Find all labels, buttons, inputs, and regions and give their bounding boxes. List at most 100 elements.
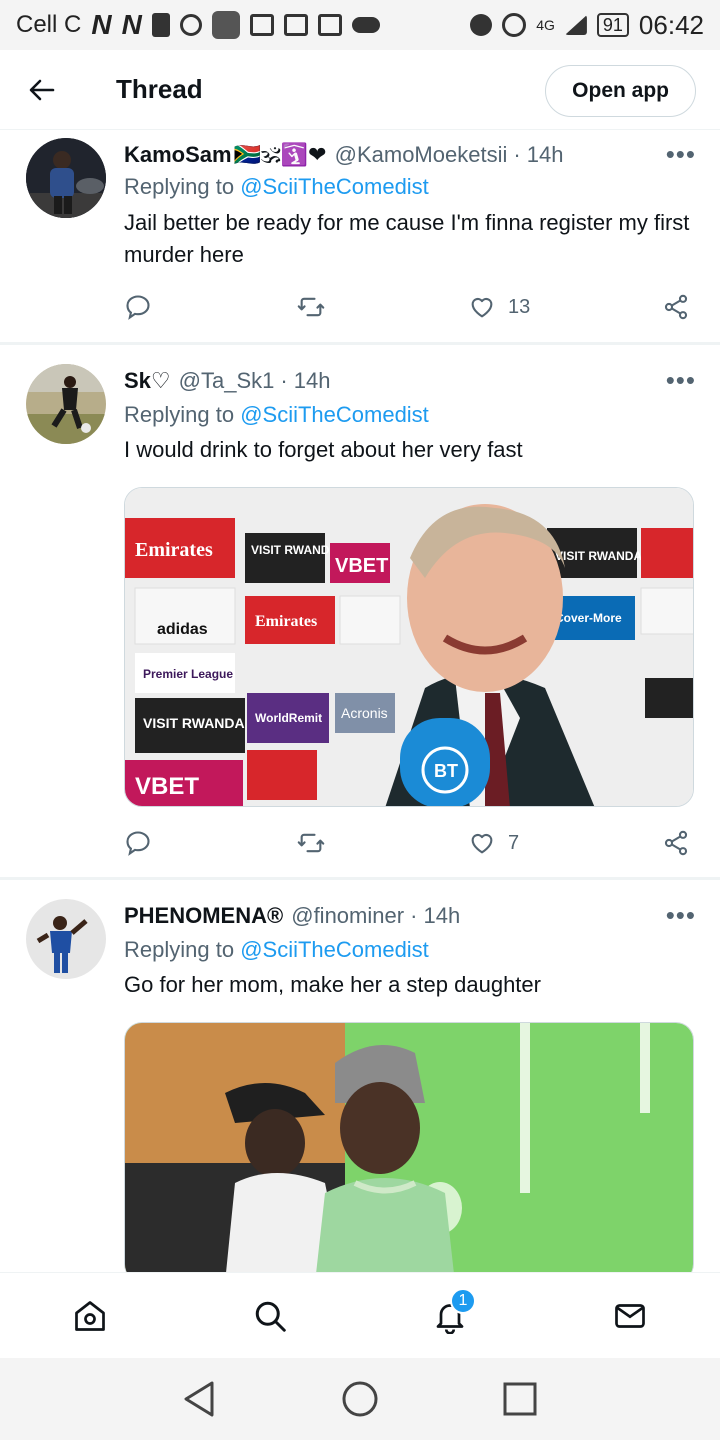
mention-link[interactable]: @SciiTheComedist — [240, 402, 429, 427]
sim-icon — [151, 13, 170, 37]
mention-link[interactable]: @SciiTheComedist — [240, 937, 429, 962]
reply-icon — [126, 831, 150, 856]
bottom-navigation: 1 — [0, 1272, 720, 1358]
reply-button[interactable] — [124, 829, 296, 857]
user-handle[interactable]: @finominer — [291, 903, 404, 929]
interview-photo: Emirates VISIT RWANDA VBET adidas Emirat… — [125, 488, 693, 806]
tweet-actions: 13 — [124, 287, 690, 327]
tweet-time[interactable]: · 14h — [410, 903, 460, 929]
back-button[interactable] — [0, 50, 84, 130]
board-text-visit-3: VISIT RWANDA — [555, 549, 642, 563]
signal-bars-icon — [564, 15, 587, 35]
board-text-emirates-2: Emirates — [255, 613, 317, 630]
tweet[interactable]: PHENOMENA® @finominer · 14h ••• Replying… — [0, 880, 720, 1282]
recents-square-icon — [503, 1382, 537, 1416]
tweet-time[interactable]: · 14h — [513, 142, 563, 168]
reply-button[interactable] — [124, 293, 296, 321]
avatar[interactable] — [26, 899, 106, 979]
board-text-visit-2: VISIT RWANDA — [143, 715, 245, 731]
back-arrow-icon — [29, 79, 55, 100]
board-text-vbet-2: VBET — [135, 773, 199, 800]
like-button[interactable]: 7 — [468, 829, 658, 857]
display-name[interactable]: PHENOMENA® — [124, 903, 283, 929]
tweet-header: KamoSam 🇿🇦🕉🛐❤ @KamoMoeketsii · 14h ••• — [124, 139, 696, 170]
tweet-time[interactable]: · 14h — [280, 368, 330, 394]
board-text-acronis: Acronis — [341, 705, 388, 721]
battery-indicator: 91 — [596, 13, 629, 37]
replying-to: Replying to @SciiTheComedist — [124, 402, 429, 428]
nav-messages[interactable] — [590, 1276, 670, 1356]
page-title: Thread — [116, 74, 203, 104]
replying-to: Replying to @SciiTheComedist — [124, 937, 429, 963]
network-n-icon-2: N — [121, 9, 142, 40]
open-app-button[interactable]: Open app — [545, 65, 696, 117]
more-icon: ••• — [665, 365, 696, 395]
replying-label: Replying to — [124, 402, 241, 427]
board-text-pl: Premier League — [143, 667, 233, 681]
tweet-text: Go for her mom, make her a step daughter — [124, 972, 541, 997]
heart-icon — [471, 297, 493, 318]
mention-link[interactable]: @SciiTheComedist — [240, 174, 429, 199]
network-n-icon: N — [91, 9, 112, 40]
mic-text-bt: BT — [434, 761, 458, 781]
retweet-button[interactable] — [296, 829, 468, 857]
dnd-icon — [470, 14, 493, 36]
avatar[interactable] — [26, 364, 106, 444]
retweet-button[interactable] — [296, 293, 468, 321]
activity-icon — [283, 14, 308, 36]
share-button[interactable] — [662, 829, 690, 857]
avatar[interactable] — [26, 138, 106, 218]
retweet-icon — [297, 833, 325, 853]
hotspot-icon — [179, 14, 202, 36]
board-text-vbet: VBET — [335, 555, 388, 577]
home-icon — [75, 1300, 105, 1331]
status-bar: Cell C N N 4G 91 06:42 — [0, 0, 720, 50]
nav-home[interactable] — [50, 1276, 130, 1356]
system-home-button[interactable] — [330, 1369, 390, 1429]
like-count: 13 — [508, 295, 531, 318]
system-recents-button[interactable] — [490, 1369, 550, 1429]
carrier-label: Cell C — [16, 11, 82, 38]
like-count: 7 — [508, 831, 520, 854]
system-back-button[interactable] — [170, 1369, 230, 1429]
search-icon — [255, 1301, 286, 1332]
like-button[interactable]: 13 — [468, 293, 658, 321]
tweet-text: Jail better be ready for me cause I'm fi… — [124, 210, 690, 267]
nav-notifications[interactable]: 1 — [410, 1276, 490, 1356]
cloud-icon — [351, 17, 380, 33]
tweet-media-image[interactable]: Emirates VISIT RWANDA VBET adidas Emirat… — [124, 487, 694, 807]
system-navigation — [0, 1358, 720, 1440]
more-icon: ••• — [665, 900, 696, 930]
replying-to: Replying to @SciiTheComedist — [124, 174, 429, 200]
display-name[interactable]: Sk♡ — [124, 368, 171, 394]
nav-search[interactable] — [230, 1276, 310, 1356]
app-icon — [211, 11, 240, 39]
reply-icon — [126, 295, 150, 320]
user-handle[interactable]: @Ta_Sk1 — [179, 368, 275, 394]
display-name[interactable]: KamoSam — [124, 142, 232, 168]
more-button[interactable]: ••• — [666, 365, 696, 396]
home-circle-icon — [342, 1381, 378, 1417]
tweet-text: I would drink to forget about her very f… — [124, 437, 523, 462]
tweet[interactable]: KamoSam 🇿🇦🕉🛐❤ @KamoMoeketsii · 14h ••• R… — [0, 131, 720, 345]
share-icon — [664, 830, 688, 856]
tweet-media-image[interactable] — [124, 1022, 694, 1282]
user-handle[interactable]: @KamoMoeketsii — [335, 142, 508, 168]
tweet-header: Sk♡ @Ta_Sk1 · 14h ••• — [124, 365, 696, 396]
tweet[interactable]: Sk♡ @Ta_Sk1 · 14h ••• Replying to @SciiT… — [0, 345, 720, 880]
tweet-header: PHENOMENA® @finominer · 14h ••• — [124, 900, 696, 931]
mail-icon — [615, 1303, 645, 1328]
board-text-emirates: Emirates — [135, 539, 213, 561]
more-button[interactable]: ••• — [666, 139, 696, 170]
calendar-icon — [317, 14, 342, 36]
thread-header: Thread Open app — [0, 50, 720, 130]
board-text-adidas: adidas — [157, 621, 208, 638]
board-text-covermore: Cover-More — [555, 611, 622, 625]
name-emojis: 🇿🇦🕉🛐❤ — [233, 141, 327, 167]
more-button[interactable]: ••• — [666, 900, 696, 931]
signal-label: 4G — [536, 17, 555, 33]
replying-label: Replying to — [124, 174, 241, 199]
replying-label: Replying to — [124, 937, 241, 962]
share-button[interactable] — [662, 293, 690, 321]
meme-photo — [125, 1023, 693, 1282]
